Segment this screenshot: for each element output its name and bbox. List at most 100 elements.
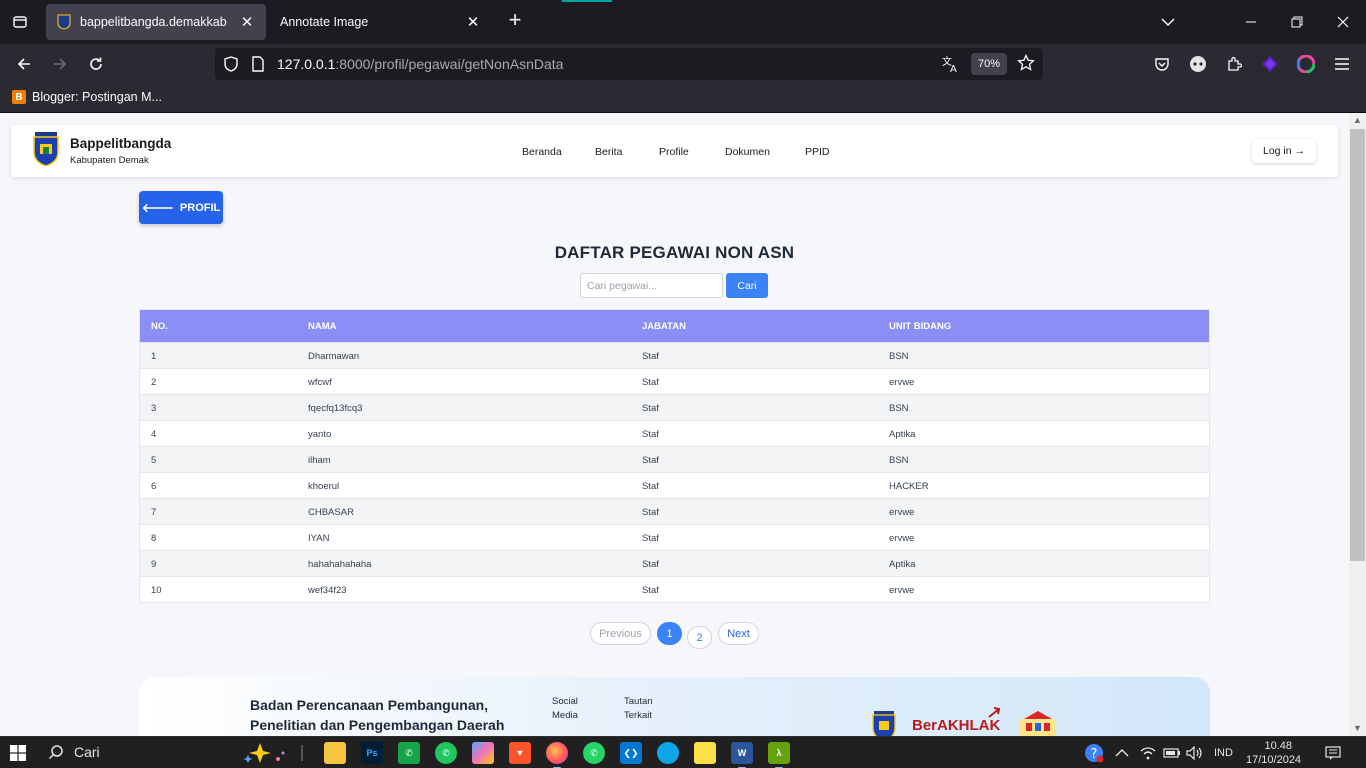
bookmarks-bar: B Blogger: Postingan M... [0, 84, 1366, 113]
pagination-page-1[interactable]: 1 [657, 622, 682, 645]
forward-arrow-icon[interactable] [48, 52, 72, 76]
search-input[interactable] [580, 273, 723, 298]
wifi-icon[interactable] [1140, 744, 1156, 762]
nav-link-beranda[interactable]: Beranda [522, 146, 562, 158]
account-icon[interactable] [1188, 54, 1208, 74]
page-scrollbar[interactable]: ▲ ▼ [1349, 113, 1366, 736]
scroll-up-icon[interactable]: ▲ [1353, 116, 1362, 125]
windows-start-icon[interactable] [10, 745, 26, 761]
cell-no: 5 [151, 455, 157, 466]
demak-logo-icon[interactable] [33, 132, 59, 166]
site-favicon-icon [56, 14, 72, 30]
brave-browser-icon[interactable]: ▼ [509, 742, 531, 764]
nav-link-dokumen[interactable]: Dokumen [725, 146, 770, 158]
close-tab-icon[interactable]: ✕ [238, 13, 256, 31]
table-row: 9 hahahahahaha Staf Aptika [140, 550, 1209, 576]
extension-purple-icon[interactable] [1260, 54, 1280, 74]
column-header-no: NO. [151, 321, 168, 332]
extensions-puzzle-icon[interactable] [1224, 54, 1244, 74]
nav-link-profile[interactable]: Profile [659, 146, 689, 158]
vscode-icon[interactable]: ❮❯ [620, 742, 642, 764]
login-button[interactable]: Log in → [1252, 139, 1316, 163]
svg-text:A: A [950, 64, 957, 74]
pagination-page-2[interactable]: 2 [687, 626, 712, 649]
footer-col2-line2: Terkait [624, 710, 652, 721]
blogger-icon: B [12, 90, 26, 104]
site-footer: Badan Perencanaan Pembangunan, Penelitia… [139, 677, 1210, 736]
cell-nama: fqecfq13fcq3 [308, 403, 363, 414]
footer-social-media[interactable]: Social Media [552, 695, 612, 723]
cell-jabatan: Staf [642, 559, 659, 570]
copilot-sparkle-icon[interactable] [240, 741, 288, 765]
tracking-protection-icon[interactable] [223, 56, 239, 77]
notifications-icon[interactable] [1325, 744, 1341, 762]
close-tab-icon[interactable]: ✕ [464, 13, 482, 31]
volume-icon[interactable] [1186, 744, 1204, 762]
extension-colorwheel-icon[interactable] [1296, 54, 1316, 74]
help-icon[interactable]: ? [1084, 744, 1104, 763]
photoshop-icon[interactable]: Ps [361, 742, 383, 764]
phone-link-icon[interactable]: ✆ [398, 742, 420, 764]
file-explorer-icon[interactable] [324, 742, 346, 764]
list-all-tabs-icon[interactable] [1156, 10, 1180, 34]
search-icon [48, 745, 63, 760]
table-row: 2 wfcwf Staf ervwe [140, 368, 1209, 394]
restore-icon[interactable] [1285, 10, 1309, 34]
taskbar-search[interactable]: Cari [48, 744, 100, 760]
footer-org-line2: Penelitian dan Pengembangan Daerah [250, 717, 505, 733]
cell-no: 7 [151, 507, 157, 518]
language-indicator[interactable]: IND [1214, 744, 1233, 762]
battery-icon[interactable] [1163, 744, 1181, 762]
whatsapp-business-icon[interactable]: ✆ [435, 742, 457, 764]
taskbar-search-label: Cari [74, 744, 100, 760]
back-to-profil-button[interactable]: 🡐 PROFIL [139, 191, 223, 224]
zoom-level-badge[interactable]: 70% [971, 53, 1007, 75]
clock[interactable]: 10.48 17/10/2024 [1246, 739, 1302, 767]
search-button[interactable]: Cari [726, 273, 768, 298]
show-hidden-icons[interactable] [1115, 744, 1129, 762]
back-arrow-icon[interactable] [12, 52, 36, 76]
pocket-icon[interactable] [1152, 54, 1172, 74]
footer-tautan-terkait[interactable]: Tautan Terkait [624, 695, 684, 723]
cell-jabatan: Staf [642, 403, 659, 414]
cell-no: 1 [151, 351, 157, 362]
footer-org-name: Badan Perencanaan Pembangunan, Penelitia… [250, 695, 530, 735]
page-info-icon[interactable] [251, 56, 265, 77]
tab-list-icon[interactable] [8, 10, 32, 34]
column-header-jabatan: JABATAN [642, 321, 686, 332]
sticky-notes-icon[interactable] [694, 742, 716, 764]
clock-time: 10.48 [1264, 740, 1292, 752]
minimize-icon[interactable] [1239, 10, 1263, 34]
tab-title: bappelitbangda.demakkab [80, 15, 227, 29]
edge-icon[interactable] [657, 742, 679, 764]
taskbar-divider [301, 745, 303, 761]
cell-no: 4 [151, 429, 157, 440]
cell-jabatan: Staf [642, 585, 659, 596]
copilot-app-icon[interactable] [472, 742, 494, 764]
firefox-icon[interactable] [546, 742, 568, 768]
reload-icon[interactable] [84, 52, 108, 76]
whatsapp-icon[interactable]: ✆ [583, 742, 605, 764]
hamburger-menu-icon[interactable] [1332, 54, 1352, 74]
pagination-previous[interactable]: Previous [590, 622, 651, 645]
bookmark-blogger[interactable]: B Blogger: Postingan M... [12, 90, 162, 104]
close-window-icon[interactable] [1331, 10, 1355, 34]
scroll-down-icon[interactable]: ▼ [1353, 724, 1362, 733]
tab-annotate-image[interactable]: Annotate Image ✕ [270, 4, 492, 40]
pagination-next[interactable]: Next [718, 622, 759, 645]
nav-link-ppid[interactable]: PPID [805, 146, 830, 158]
nav-link-berita[interactable]: Berita [595, 146, 622, 158]
clock-date: 17/10/2024 [1246, 754, 1302, 766]
brand-name[interactable]: Bappelitbangda [70, 136, 171, 151]
new-tab-icon[interactable]: + [504, 9, 526, 32]
bookmark-star-icon[interactable] [1017, 53, 1035, 77]
bookmark-label: Blogger: Postingan M... [32, 90, 162, 104]
tab-title: Annotate Image [280, 15, 369, 29]
cell-nama: CHBASAR [308, 507, 354, 518]
word-icon[interactable]: W [731, 742, 753, 768]
translate-icon[interactable]: 文A [941, 54, 961, 79]
tab-bappelitbangda[interactable]: bappelitbangda.demakkab ✕ [46, 4, 266, 40]
lambda-app-icon[interactable]: λ [768, 742, 790, 768]
address-bar[interactable]: 127.0.0.1:8000/profil/pegawai/getNonAsnD… [215, 48, 1043, 80]
scrollbar-thumb[interactable] [1350, 129, 1365, 561]
